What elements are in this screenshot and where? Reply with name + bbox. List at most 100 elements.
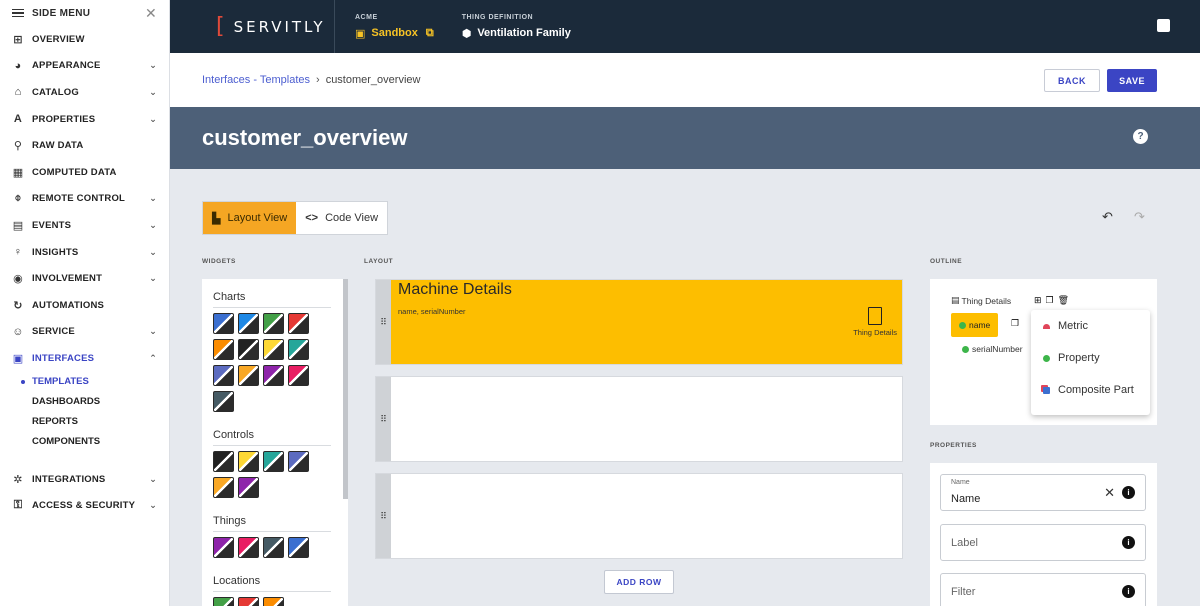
sidebar-item-involvement[interactable]: ◉ INVOLVEMENT ⌄: [0, 265, 169, 292]
sidebar-subitem-templates[interactable]: TEMPLATES: [0, 372, 169, 392]
layout-row[interactable]: ⠿ Machine Details name, serialNumber Thi…: [375, 279, 903, 365]
number-input-icon[interactable]: [263, 451, 284, 472]
sidebar-item-service[interactable]: ☺ SERVICE ⌄: [0, 319, 169, 346]
menu-item-metric[interactable]: Metric: [1031, 310, 1150, 342]
chevron-icon[interactable]: ⌄: [149, 500, 157, 511]
drag-handle-icon[interactable]: ⠿: [376, 280, 391, 364]
thing-list-icon[interactable]: [263, 537, 284, 558]
redo-icon[interactable]: ↷: [1134, 209, 1145, 225]
close-icon[interactable]: ✕: [145, 5, 157, 22]
user-icon[interactable]: [1157, 19, 1170, 32]
menu-item-property[interactable]: Property: [1031, 342, 1150, 374]
thing-definition-selector[interactable]: THING DEFINITION ⬢ Ventilation Family: [462, 14, 571, 40]
sidebar-item-events[interactable]: ▤ EVENTS ⌄: [0, 212, 169, 239]
sidebar-item-appearance[interactable]: ◕ APPEARANCE ⌄: [0, 53, 169, 80]
outline-node-selected[interactable]: name: [951, 313, 999, 337]
chevron-icon[interactable]: ⌄: [149, 247, 157, 258]
layout-row[interactable]: ⠿: [375, 473, 903, 559]
save-button[interactable]: SAVE: [1107, 69, 1157, 92]
chevron-icon[interactable]: ⌄: [149, 87, 157, 98]
clear-icon[interactable]: ✕: [1104, 485, 1115, 501]
info-icon[interactable]: i: [1122, 585, 1135, 598]
account-selector[interactable]: ACME ▣ Sandbox ⧉: [355, 14, 434, 40]
map-pin-icon[interactable]: [288, 537, 309, 558]
sidebar-item-raw-data[interactable]: ⚲ RAW DATA: [0, 132, 169, 159]
table-chart-icon[interactable]: [263, 365, 284, 386]
filter-icon[interactable]: [238, 477, 259, 498]
chevron-icon[interactable]: ⌄: [149, 474, 157, 485]
chevron-icon[interactable]: ⌄: [149, 326, 157, 337]
table-alert-icon[interactable]: [288, 313, 309, 334]
sidebar-item-interfaces[interactable]: ▣ INTERFACES ⌃: [0, 345, 169, 372]
chevron-icon[interactable]: ⌄: [149, 193, 157, 204]
name-field[interactable]: Name Name ✕ i: [940, 474, 1146, 511]
hamburger-icon[interactable]: [12, 7, 24, 20]
radar-icon[interactable]: [238, 339, 259, 360]
servitly-logo[interactable]: [SERVITLY: [170, 0, 335, 53]
sidebar-subitem-components[interactable]: COMPONENTS: [0, 432, 169, 452]
sidebar-item-overview[interactable]: ⊞ OVERVIEW: [0, 26, 169, 53]
filter-list-icon[interactable]: [288, 451, 309, 472]
weather-icon[interactable]: [263, 597, 284, 606]
sliders-icon[interactable]: [238, 451, 259, 472]
chevron-icon[interactable]: ⌄: [149, 114, 157, 125]
outline-root[interactable]: ▤ Thing Details: [951, 295, 1011, 306]
value-icon[interactable]: [238, 313, 259, 334]
sidebar-item-insights[interactable]: ♀ INSIGHTS ⌄: [0, 239, 169, 266]
scatter-icon[interactable]: [288, 339, 309, 360]
chevron-icon[interactable]: ⌄: [149, 220, 157, 231]
sidebar-item-catalog[interactable]: ⌂ CATALOG ⌄: [0, 79, 169, 106]
heatmap-icon[interactable]: [263, 313, 284, 334]
matrix-icon[interactable]: [213, 391, 234, 412]
chevron-icon[interactable]: ⌄: [149, 273, 157, 284]
code-view-tab[interactable]: <> Code View: [296, 202, 387, 234]
undo-icon[interactable]: ↶: [1102, 209, 1113, 225]
control-gear-icon[interactable]: [213, 451, 234, 472]
chevron-icon[interactable]: ⌄: [149, 60, 157, 71]
sidebar-item-remote-control[interactable]: ⌽ REMOTE CONTROL ⌄: [0, 186, 169, 213]
form-icon[interactable]: [213, 477, 234, 498]
location-details-icon[interactable]: [238, 597, 259, 606]
thing-details-icon[interactable]: [213, 537, 234, 558]
sidebar-item-computed-data[interactable]: ▦ COMPUTED DATA: [0, 159, 169, 186]
layout-view-tab[interactable]: ▙ Layout View: [203, 202, 297, 234]
widget-group-title: Controls: [213, 429, 331, 446]
back-button[interactable]: BACK: [1044, 69, 1100, 92]
copy-icon[interactable]: ❐: [1046, 295, 1058, 305]
column-chart-icon[interactable]: [288, 365, 309, 386]
widgets-scrollbar[interactable]: [343, 279, 348, 499]
sidebar-item-access-security[interactable]: ⚿ ACCESS & SECURITY ⌄: [0, 492, 169, 519]
thing-grid-icon[interactable]: [238, 537, 259, 558]
sidebar-subitem-reports[interactable]: REPORTS: [0, 412, 169, 432]
donut-icon[interactable]: [213, 365, 234, 386]
sidebar-subitem-dashboards[interactable]: DASHBOARDS: [0, 392, 169, 412]
copy-icon[interactable]: ❐: [1011, 318, 1019, 329]
machine-details-widget[interactable]: Machine Details name, serialNumber Thing…: [391, 280, 902, 364]
info-icon[interactable]: i: [1122, 486, 1135, 499]
bar-chart-icon[interactable]: [213, 313, 234, 334]
drag-handle-icon[interactable]: ⠿: [376, 474, 391, 558]
delete-icon[interactable]: 🗑: [1058, 295, 1073, 305]
gauge-icon[interactable]: [263, 339, 284, 360]
help-icon[interactable]: ?: [1133, 129, 1148, 144]
label-field[interactable]: Label i: [940, 524, 1146, 561]
sidebar-item-automations[interactable]: ↻ AUTOMATIONS: [0, 292, 169, 319]
breadcrumb-link[interactable]: Interfaces - Templates: [202, 74, 310, 86]
filter-field[interactable]: Filter i: [940, 573, 1146, 606]
drag-handle-icon[interactable]: ⠿: [376, 377, 391, 461]
add-row-button[interactable]: ADD ROW: [604, 570, 674, 594]
layout-row[interactable]: ⠿: [375, 376, 903, 462]
calendar-icon: ▤: [12, 219, 24, 232]
location-list-icon[interactable]: [213, 597, 234, 606]
sidebar-item-properties[interactable]: A PROPERTIES ⌄: [0, 106, 169, 133]
external-link-icon[interactable]: ⧉: [426, 27, 434, 40]
pie-chart-icon[interactable]: [213, 339, 234, 360]
outline-root-actions[interactable]: ⊞❐🗑: [1034, 295, 1073, 306]
chevron-icon[interactable]: ⌃: [149, 353, 157, 364]
info-icon[interactable]: i: [1122, 536, 1135, 549]
timeline-icon[interactable]: [238, 365, 259, 386]
menu-item-composite-part[interactable]: Composite Part: [1031, 374, 1150, 406]
outline-node[interactable]: serialNumber: [962, 344, 1023, 354]
add-icon[interactable]: ⊞: [1034, 295, 1046, 305]
sidebar-item-integrations[interactable]: ✲ INTEGRATIONS ⌄: [0, 466, 169, 493]
